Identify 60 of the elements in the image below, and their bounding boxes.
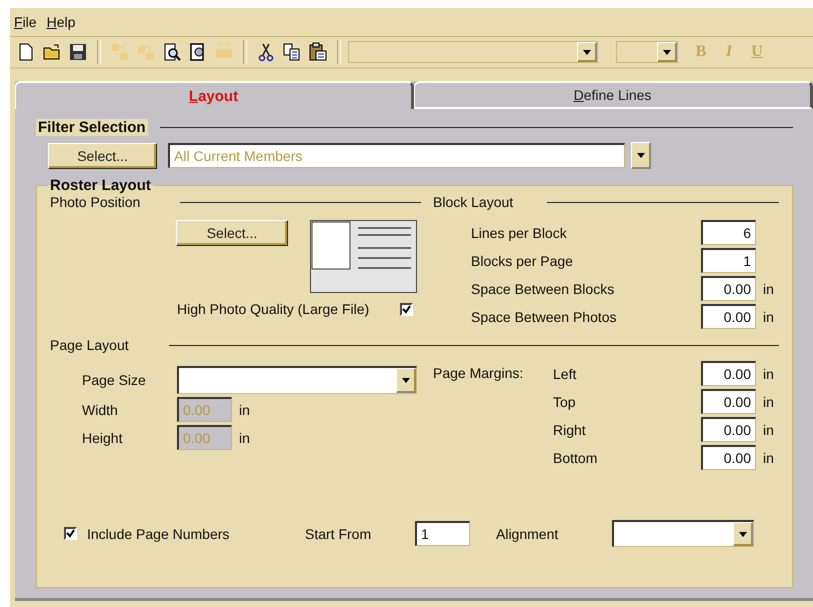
field-label: Space Between Photos [471, 308, 618, 324]
unit-label: in [763, 280, 774, 296]
blocks-icon [110, 42, 130, 62]
group-label: Photo Position [50, 194, 140, 210]
field-label: Width [82, 402, 119, 418]
number-field[interactable]: 0.00 [701, 276, 756, 301]
page-size-dropdown[interactable] [177, 366, 417, 394]
number-field[interactable]: 0.00 [701, 361, 756, 386]
menu-item[interactable]: Help [46, 14, 76, 36]
dropdown-arrow-icon [402, 378, 410, 383]
number-field[interactable]: 6 [701, 220, 756, 245]
scissors-icon [256, 42, 276, 62]
section-title: Filter Selection [36, 119, 148, 136]
unit-label: in [763, 308, 774, 324]
tab[interactable]: Define Lines [414, 81, 813, 109]
number-field[interactable]: 0.00 [701, 417, 756, 442]
field-label: Left [553, 366, 578, 382]
checkbox[interactable] [64, 527, 77, 540]
field-label: Alignment [496, 526, 560, 542]
select-button[interactable]: Select... [48, 142, 157, 168]
unit-label: in [763, 422, 774, 438]
unit-label: in [763, 366, 774, 382]
dropdown-button[interactable] [631, 142, 651, 169]
section-title: Roster Layout [49, 177, 152, 194]
field-label: Height [82, 430, 124, 446]
font-size-dropdown[interactable] [616, 41, 678, 63]
group-label: Page Layout [50, 337, 129, 353]
number-field[interactable]: 0.00 [701, 445, 756, 470]
alignment-dropdown[interactable] [612, 520, 754, 547]
unit-label: in [239, 402, 250, 418]
field-label: Space Between Blocks [471, 280, 616, 296]
field-label: Page Size [82, 372, 147, 388]
magnifier-page-icon [162, 42, 182, 62]
unit-label: in [763, 394, 774, 410]
field-label: Top [553, 394, 577, 410]
number-field[interactable]: 1 [701, 248, 756, 273]
unit-label: in [239, 430, 250, 446]
field-label: Page Margins: [433, 365, 524, 381]
menu-item[interactable]: File [14, 14, 37, 36]
field-label: Start From [305, 526, 372, 542]
group-label: Block Layout [433, 194, 514, 210]
dropdown-arrow-icon [637, 153, 645, 158]
checkbox-label: Include Page Numbers [87, 526, 230, 542]
folder-icon [42, 42, 62, 62]
number-field[interactable]: 1 [415, 521, 470, 546]
select-button[interactable]: Select... [176, 220, 288, 246]
clipboard-icon [308, 42, 328, 62]
dropdown-arrow-icon [663, 50, 671, 54]
unit-label: in [763, 450, 774, 466]
number-field[interactable]: 0.00 [701, 389, 756, 414]
field-label: Bottom [553, 450, 598, 466]
copy-icon [282, 42, 302, 62]
dropdown-arrow-icon [583, 50, 591, 54]
field-label: Right [553, 422, 587, 438]
dropdown-arrow-icon [739, 532, 747, 536]
checkbox[interactable] [400, 302, 414, 316]
field-label: Lines per Block [471, 224, 568, 240]
checkbox-label: High Photo Quality (Large File) [177, 301, 370, 317]
field-label: Blocks per Page [471, 252, 574, 268]
number-field[interactable]: 0.00 [701, 304, 756, 329]
